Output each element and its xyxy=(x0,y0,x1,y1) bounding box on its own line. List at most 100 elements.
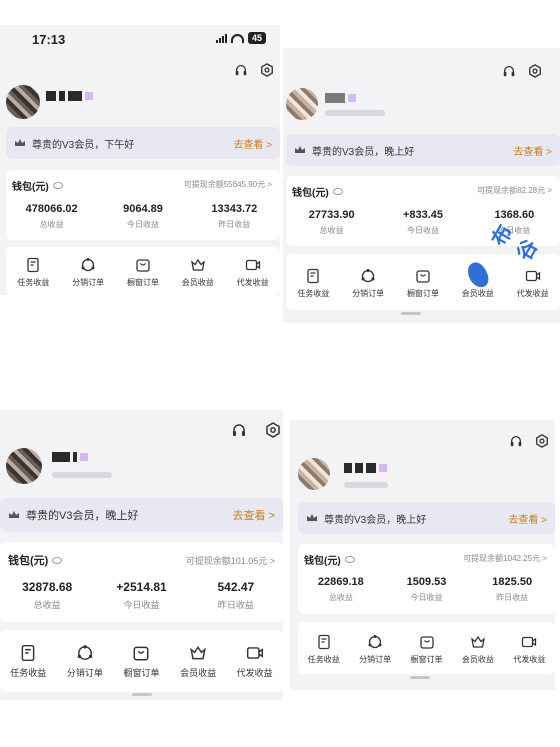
total-income-value: 27733.90 xyxy=(308,209,355,221)
yesterday-income-value: 542.47 xyxy=(217,580,255,594)
menu-item-distribution-order[interactable]: 分销订单 xyxy=(341,268,396,310)
dropship-income-icon xyxy=(521,634,537,650)
today-income-label: 今日收益 xyxy=(126,220,159,229)
view-more-link[interactable]: 去查看 > xyxy=(233,507,275,523)
crown-icon xyxy=(14,138,26,148)
vip-banner[interactable]: 尊贵的V3会员，晚上好 去查看 > xyxy=(286,134,560,166)
distribution-order-icon xyxy=(360,268,376,284)
member-income-icon xyxy=(470,634,486,650)
total-income-value: 22869.18 xyxy=(317,576,364,588)
screenshot-panel-3: 尊贵的V3会员，晚上好 去查看 > 钱包(元) 可提现余额101.05元 > 3… xyxy=(0,410,283,700)
eye-icon[interactable] xyxy=(52,556,63,564)
headset-icon[interactable] xyxy=(231,422,247,438)
view-more-link[interactable]: 去查看 > xyxy=(513,143,552,158)
menu-grid: 任务收益 分销订单 橱窗订单 会员收益 代发收益 xyxy=(6,247,280,295)
username-blurred xyxy=(344,463,387,473)
today-income-value: 1509.53 xyxy=(406,576,447,588)
signal-icon xyxy=(215,33,227,43)
menu-item-task-income[interactable]: 任务收益 xyxy=(0,644,57,692)
subtitle-blurred xyxy=(325,110,385,116)
settings-icon[interactable] xyxy=(265,422,281,438)
menu-item-showcase-order[interactable]: 橱窗订单 xyxy=(113,644,170,692)
dropship-income-icon xyxy=(245,257,261,273)
showcase-order-icon xyxy=(415,268,431,284)
settings-icon[interactable] xyxy=(260,63,274,77)
username-blurred xyxy=(52,452,88,462)
menu-item-distribution-order[interactable]: 分销订单 xyxy=(57,644,114,692)
view-more-link[interactable]: 去查看 > xyxy=(508,511,547,526)
withdrawable-balance[interactable]: 可提现余额55645.90元 > xyxy=(184,179,272,190)
battery-icon: 45 xyxy=(247,32,266,44)
eye-icon[interactable] xyxy=(332,188,343,195)
wallet-card[interactable]: 钱包(元) 可提现余额1042.25元 > 22869.18 总收益 1509.5… xyxy=(298,544,555,614)
menu-item-task-income[interactable]: 任务收益 xyxy=(286,268,341,310)
vip-banner[interactable]: 尊贵的V3会员，晚上好 去查看 > xyxy=(0,498,283,532)
wallet-card[interactable]: 钱包(元) 可提现余额101.05元 > 32878.68 总收益 +2514.8… xyxy=(0,542,283,622)
vip-greeting: 尊贵的V3会员，晚上好 xyxy=(324,514,427,526)
today-income-label: 今日收益 xyxy=(410,593,443,602)
menu-item-distribution-order[interactable]: 分销订单 xyxy=(349,634,400,674)
screenshot-panel-2: 尊贵的V3会员，晚上好 去查看 > 钱包(元) 可提现余额82.28元 > 27… xyxy=(283,48,560,323)
vip-banner[interactable]: 尊贵的V3会员，下午好 去查看 > xyxy=(6,127,280,159)
home-indicator xyxy=(401,312,421,315)
total-income-value: 32878.68 xyxy=(22,580,73,594)
distribution-order-icon xyxy=(76,644,94,662)
showcase-order-icon xyxy=(419,634,435,650)
member-income-icon xyxy=(190,257,206,273)
task-income-icon xyxy=(305,268,321,284)
distribution-order-icon xyxy=(80,257,96,273)
withdrawable-balance[interactable]: 可提现余额1042.25元 > xyxy=(463,553,547,564)
username-blurred xyxy=(325,93,356,103)
avatar[interactable] xyxy=(286,88,318,120)
today-income-value: +833.45 xyxy=(402,209,444,221)
wallet-label: 钱包(元) xyxy=(8,555,49,567)
wallet-label: 钱包(元) xyxy=(12,182,49,193)
settings-icon[interactable] xyxy=(535,434,549,448)
menu-item-distribution-order[interactable]: 分销订单 xyxy=(61,257,116,295)
wallet-label: 钱包(元) xyxy=(292,188,329,199)
headset-icon[interactable] xyxy=(502,64,516,78)
menu-item-member-income[interactable]: 会员收益 xyxy=(170,257,225,295)
menu-item-dropship-income[interactable]: 代发收益 xyxy=(226,644,283,692)
crown-icon xyxy=(8,510,20,520)
today-income-value: 9064.89 xyxy=(123,203,163,215)
avatar[interactable] xyxy=(298,458,330,490)
menu-item-showcase-order[interactable]: 橱窗订单 xyxy=(396,268,451,310)
wallet-card[interactable]: 钱包(元) 可提现余额55645.90元 > 478066.02 总收益 9064… xyxy=(6,170,280,240)
menu-item-task-income[interactable]: 任务收益 xyxy=(298,634,349,674)
settings-icon[interactable] xyxy=(528,64,542,78)
menu-item-task-income[interactable]: 任务收益 xyxy=(6,257,61,295)
withdrawable-balance[interactable]: 可提现余额82.28元 > xyxy=(477,185,552,196)
menu-item-showcase-order[interactable]: 橱窗订单 xyxy=(401,634,452,674)
vip-greeting: 尊贵的V3会员，晚上好 xyxy=(26,510,139,522)
menu-item-dropship-income[interactable]: 代发收益 xyxy=(225,257,280,295)
headset-icon[interactable] xyxy=(509,434,523,448)
yesterday-income-label: 昨日收益 xyxy=(496,593,529,602)
subtitle-blurred xyxy=(52,472,112,478)
wallet-label: 钱包(元) xyxy=(304,556,341,567)
dropship-income-icon xyxy=(525,268,541,284)
showcase-order-icon xyxy=(132,644,150,662)
status-time: 17:13 xyxy=(32,32,66,47)
task-income-icon xyxy=(25,257,41,273)
yesterday-income-label: 昨日收益 xyxy=(217,600,254,610)
menu-item-dropship-income[interactable]: 代发收益 xyxy=(504,634,555,674)
username-blurred xyxy=(46,91,93,101)
dropship-income-icon xyxy=(246,644,264,662)
view-more-link[interactable]: 去查看 > xyxy=(233,136,272,151)
menu-item-member-income[interactable]: 会员收益 xyxy=(170,644,227,692)
withdrawable-balance[interactable]: 可提现余额101.05元 > xyxy=(186,554,275,567)
menu-item-showcase-order[interactable]: 橱窗订单 xyxy=(116,257,171,295)
headset-icon[interactable] xyxy=(234,63,248,77)
menu-grid: 任务收益 分销订单 橱窗订单 会员收益 代发收益 xyxy=(0,630,283,692)
eye-icon[interactable] xyxy=(52,182,63,189)
status-bar: 17:13 45 xyxy=(0,25,280,53)
avatar[interactable] xyxy=(6,85,40,119)
total-income-label: 总收益 xyxy=(33,600,61,610)
screenshot-panel-1: 17:13 45 尊贵的V3会员，下午好 去查看 > 钱包(元) 可提现余额55… xyxy=(0,25,280,295)
menu-item-member-income[interactable]: 会员收益 xyxy=(452,634,503,674)
avatar[interactable] xyxy=(6,448,42,484)
eye-icon[interactable] xyxy=(344,556,355,563)
task-income-icon xyxy=(19,644,37,662)
vip-banner[interactable]: 尊贵的V3会员，晚上好 去查看 > xyxy=(298,502,555,534)
